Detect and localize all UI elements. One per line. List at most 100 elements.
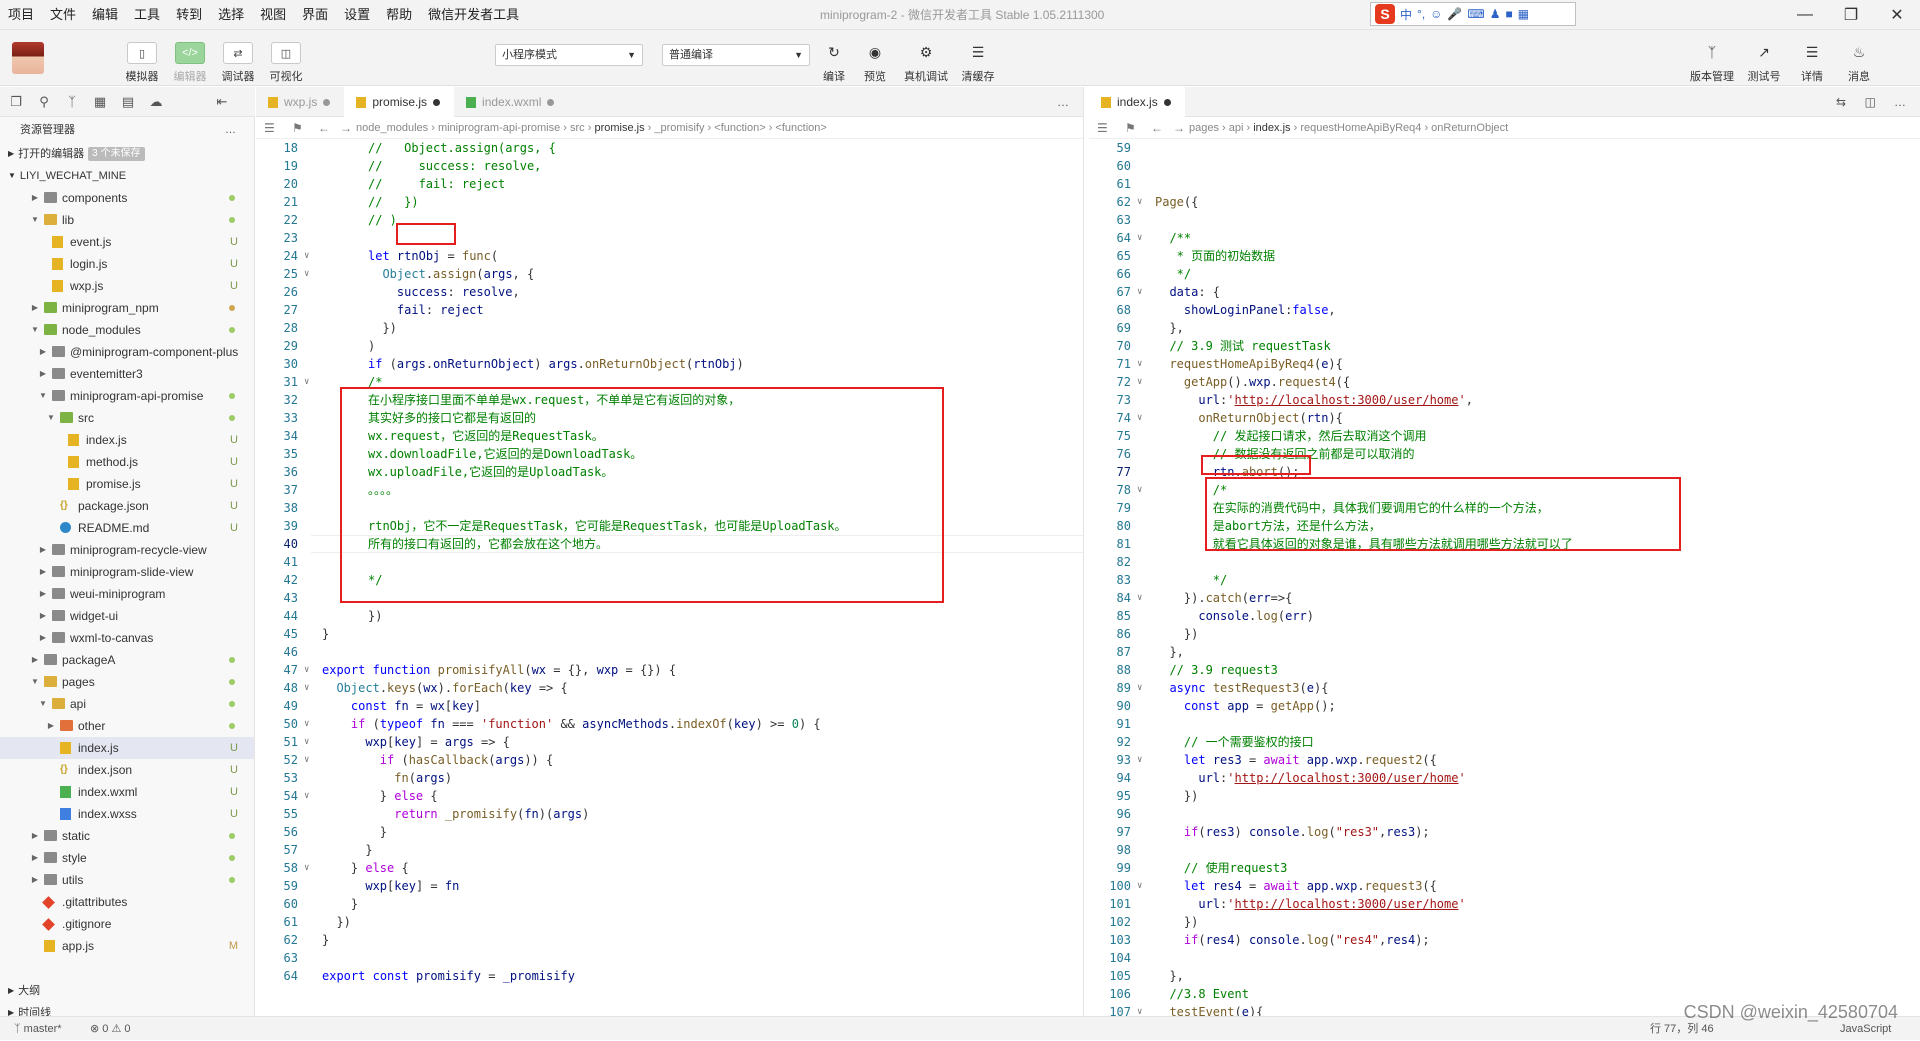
outline-section[interactable]: ▶ 大纲 [0,980,255,1002]
code-line[interactable]: 46 [256,643,1083,661]
minimize-icon[interactable]: — [1782,0,1828,30]
code-line[interactable]: 62} [256,931,1083,949]
crumb[interactable]: src [570,122,585,134]
code-line[interactable]: 44}) [256,607,1083,625]
problems-status[interactable]: ⊗ 0 ⚠ 0 [90,1017,130,1041]
code-line[interactable]: 53 fn(args) [256,769,1083,787]
menu-tools[interactable]: 工具 [126,0,168,30]
file-row[interactable]: .gitattributes [0,891,254,913]
chevron-right-icon[interactable]: ▶ [38,341,48,363]
code-line[interactable]: 51 ∨ wxp[key] = args => { [256,733,1083,751]
bookmark-icon[interactable]: ⚑ [292,117,303,139]
fold-icon[interactable]: ∨ [1137,409,1142,427]
menu-goto[interactable]: 转到 [168,0,210,30]
menu-file[interactable]: 文件 [42,0,84,30]
arrow-left-icon[interactable]: ← [318,117,330,139]
arrow-right-icon[interactable]: → [1173,117,1185,139]
fold-icon[interactable]: ∨ [304,751,309,769]
fold-icon[interactable]: ∨ [1137,229,1142,247]
folder-row[interactable]: ▶ weui-miniprogram [0,583,254,605]
code-line[interactable]: 74 ∨ onReturnObject(rtn){ [1089,409,1920,427]
menu-wechat-devtools[interactable]: 微信开发者工具 [420,0,527,30]
file-row[interactable]: index.wxss U [0,803,254,825]
collapse-icon[interactable]: ⇤ [214,94,230,110]
crumb[interactable]: promise.js [594,122,644,134]
fold-icon[interactable]: ∨ [1137,589,1142,607]
code-line[interactable]: 21// }) [256,193,1083,211]
clear-cache-button[interactable]: ☰ 清缓存 [958,42,998,84]
workspace-root[interactable]: ▼ LIYI_WECHAT_MINE [0,165,254,187]
avatar[interactable] [12,42,44,74]
code-line[interactable]: 50 ∨ if (typeof fn === 'function' && asyn… [256,715,1083,733]
crumb[interactable]: api [1229,122,1244,134]
compile-button[interactable]: ↻ 编译 [814,42,854,84]
folder-row[interactable]: ▶ components [0,187,254,209]
ime-lang[interactable]: 中 [1400,6,1412,23]
menu-settings[interactable]: 设置 [336,0,378,30]
code-line[interactable]: 30 if (args.onReturnObject) args.onReturn… [256,355,1083,373]
visual-button[interactable]: ◫ 可视化 [264,42,308,84]
folder-row[interactable]: ▶ packageA [0,649,254,671]
compile-select[interactable]: 普通编译 ▼ [662,44,810,66]
fold-icon[interactable]: ∨ [304,679,309,697]
chevron-down-icon[interactable]: ▼ [30,671,40,693]
chevron-right-icon[interactable]: ▶ [30,187,40,209]
code-line[interactable]: 71 ∨ requestHomeApiByReq4(e){ [1089,355,1920,373]
remote-debug-button[interactable]: ⚙ 真机调试 [904,42,948,84]
code-line[interactable]: 73 url:'http://localhost:3000/user/home'… [1089,391,1920,409]
folder-row[interactable]: ▶ miniprogram_npm [0,297,254,319]
code-line[interactable]: 83 */ [1089,571,1920,589]
code-line[interactable]: 106 //3.8 Event [1089,985,1920,1003]
code-line[interactable]: 99 // 使用request3 [1089,859,1920,877]
code-line[interactable]: 98 [1089,841,1920,859]
file-row[interactable]: promise.js U [0,473,254,495]
code-line[interactable]: 28 }) [256,319,1083,337]
folder-row[interactable]: ▼ node_modules [0,319,254,341]
list-icon[interactable]: ☰ [1097,117,1108,139]
code-area[interactable]: 59 60 61 62 ∨ Page({63 64 ∨ /** 65 * 页面的初始数据 66 *… [1089,139,1920,1016]
fold-icon[interactable]: ∨ [304,859,309,877]
folder-row[interactable]: ▶ wxml-to-canvas [0,627,254,649]
folder-row[interactable]: ▶ miniprogram-recycle-view [0,539,254,561]
list-icon[interactable]: ☰ [264,117,275,139]
code-line[interactable]: 61 [1089,175,1920,193]
code-line[interactable]: 63 [256,949,1083,967]
emoji-icon[interactable]: ☺ [1430,7,1442,21]
code-line[interactable]: 67 ∨ data: { [1089,283,1920,301]
code-area[interactable]: 18// Object.assign(args, {19// success: … [256,139,1083,1016]
chevron-down-icon[interactable]: ▼ [46,407,56,429]
details-button[interactable]: ☰ 详情 [1792,42,1832,84]
files-icon[interactable]: ❐ [8,94,24,110]
chevron-right-icon[interactable]: ▶ [38,363,48,385]
code-line[interactable]: 48 ∨ Object.keys(wx).forEach(key => { [256,679,1083,697]
code-line[interactable]: 104 [1089,949,1920,967]
more-icon[interactable]: … [225,117,236,143]
cloud-icon[interactable]: ☁ [148,94,164,110]
file-row[interactable]: app.js M [0,935,254,957]
code-line[interactable]: 60 } [256,895,1083,913]
more-icon[interactable]: … [1057,87,1069,117]
crumb[interactable]: miniprogram-api-promise [438,122,560,134]
arrow-right-icon[interactable]: → [340,117,352,139]
debugger-button[interactable]: ⇄ 调试器 [216,42,260,84]
keyboard-icon[interactable]: ⌨ [1467,7,1484,21]
file-row[interactable]: index.wxml U [0,781,254,803]
code-line[interactable]: 97 if(res3) console.log("res3",res3); [1089,823,1920,841]
file-row[interactable]: .gitignore [0,913,254,935]
tab-index-wxml[interactable]: index.wxml [454,87,568,117]
compare-icon[interactable]: ⇆ [1836,87,1846,117]
folder-row[interactable]: ▼ pages [0,671,254,693]
fold-icon[interactable]: ∨ [1137,751,1142,769]
code-line[interactable]: 24 ∨ let rtnObj = func( [256,247,1083,265]
code-line[interactable]: 87 }, [1089,643,1920,661]
crumb[interactable]: <function> [714,122,765,134]
fold-icon[interactable]: ∨ [1137,481,1142,499]
chevron-down-icon[interactable]: ▼ [38,693,48,715]
chevron-right-icon[interactable]: ▶ [30,825,40,847]
code-line[interactable]: 59 wxp[key] = fn [256,877,1083,895]
fold-icon[interactable]: ∨ [304,733,309,751]
code-line[interactable]: 61 }) [256,913,1083,931]
code-line[interactable]: 25 ∨ Object.assign(args, { [256,265,1083,283]
tab-wxp-js[interactable]: wxp.js [256,87,344,117]
code-line[interactable]: 84 ∨ }).catch(err=>{ [1089,589,1920,607]
